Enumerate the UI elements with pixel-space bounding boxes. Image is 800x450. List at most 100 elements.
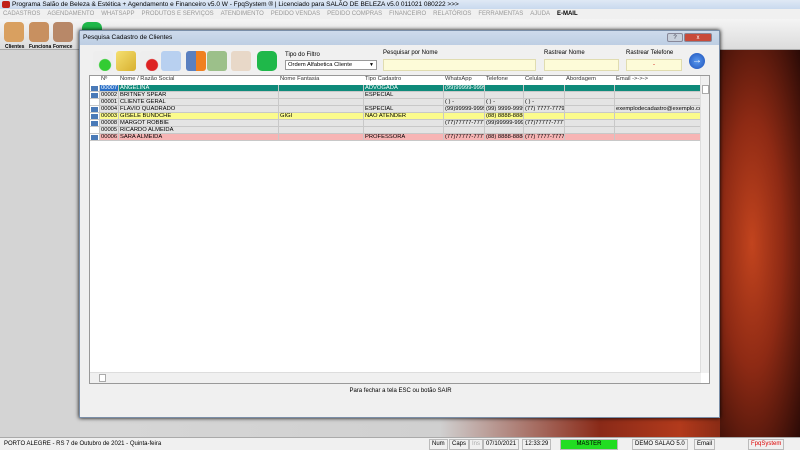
table-cell: (77)77777-7777 (524, 120, 565, 127)
table-cell: 00003 (100, 113, 119, 120)
fornecedores-label[interactable]: Fornece (53, 44, 72, 50)
table-row[interactable]: 00002 BRITNEY SPEAR ESPECIAL (90, 92, 701, 99)
status-email[interactable]: Email (694, 439, 716, 450)
menu-pedido-compras[interactable]: PEDIDO COMPRAS (327, 9, 382, 19)
menu-relatorios[interactable]: RELATÓRIOS (433, 9, 471, 19)
table-cell (565, 134, 615, 141)
column-header[interactable]: Nº (100, 76, 119, 83)
table-cell: 00007 (100, 85, 119, 92)
funcionarios-icon[interactable] (29, 22, 49, 42)
table-cell: BRITNEY SPEAR (119, 92, 279, 99)
hscroll-thumb[interactable] (99, 374, 106, 382)
column-header[interactable]: Tipo Cadastro (364, 76, 444, 83)
scroll-thumb[interactable] (702, 85, 709, 94)
table-cell (565, 99, 615, 106)
header-icon-col (90, 76, 100, 83)
contact-card-icon (90, 85, 100, 92)
edit-client-icon[interactable] (116, 51, 136, 71)
menu-bar: CADASTROS AGENDAMENTO WHATSAPP PRODUTOS … (0, 9, 800, 19)
clientes-icon[interactable] (4, 22, 24, 42)
column-header[interactable]: Nome Fantasia (279, 76, 364, 83)
track-phone-input[interactable]: - (626, 59, 682, 71)
table-row[interactable]: 00008 MARGOT ROBBIE (77)77777-7777 (99)9999… (90, 120, 701, 127)
table-row[interactable]: 00007 ANGELINA ADVOGADA (99)99999-9999 (90, 85, 701, 92)
table-cell (565, 106, 615, 113)
table-cell: ESPECIAL (364, 92, 444, 99)
status-ins: Ins (469, 439, 484, 450)
column-header[interactable]: WhatsApp (444, 76, 485, 83)
menu-produtos[interactable]: PRODUTOS E SERVIÇOS (141, 9, 213, 19)
fornecedores-icon[interactable] (53, 22, 73, 42)
close-button[interactable]: x (684, 33, 712, 42)
column-header[interactable]: Abordagem (565, 76, 615, 83)
menu-email[interactable]: E-MAIL (557, 9, 578, 19)
menu-ferramentas[interactable]: FERRAMENTAS (478, 9, 523, 19)
table-row[interactable]: 00003 GISELE BUNDCHE GIGI NAO ATENDER (88) 8… (90, 113, 701, 120)
menu-whatsapp[interactable]: WHATSAPP (101, 9, 134, 19)
column-header[interactable]: Email ->->-> (615, 76, 701, 83)
column-header[interactable]: Celular (524, 76, 565, 83)
table-cell: GISELE BUNDCHE (119, 113, 279, 120)
add-client-icon[interactable] (93, 51, 113, 71)
help-button[interactable]: ? (667, 33, 683, 42)
table-row[interactable]: 00001 CLIENTE GERAL( ) -( ) -( ) - (90, 99, 701, 106)
table-cell (485, 85, 524, 92)
table-row[interactable]: 00004 FLAVIO QUADRADO ESPECIAL (99)99999-99… (90, 106, 701, 113)
filter-type-select[interactable]: Ordem Alfabetica Cliente ▼ (285, 60, 377, 70)
search-name-input[interactable] (383, 59, 536, 71)
export-excel-icon[interactable] (207, 51, 227, 71)
table-cell (615, 92, 701, 99)
contact-card-icon (90, 106, 100, 113)
menu-ajuda[interactable]: AJUDA (530, 9, 550, 19)
menu-cadastros[interactable]: CADASTROS (3, 9, 40, 19)
go-arrow-button[interactable]: → (689, 53, 705, 69)
menu-pedido-vendas[interactable]: PEDIDO VENDAS (271, 9, 320, 19)
track-name-input[interactable] (544, 59, 619, 71)
table-cell: ( ) - (444, 99, 485, 106)
vertical-scrollbar[interactable] (700, 76, 709, 373)
table-cell: (77)77777-7777 (444, 134, 485, 141)
delete-client-icon[interactable] (140, 51, 160, 71)
app-title-bar: Programa Salão de Beleza & Estética + Ag… (0, 0, 800, 9)
clientes-label[interactable]: Clientes (5, 44, 24, 50)
table-cell (524, 127, 565, 134)
horizontal-scrollbar[interactable] (90, 372, 701, 383)
table-cell (565, 92, 615, 99)
table-cell (485, 92, 524, 99)
table-cell: GIGI (279, 113, 364, 120)
table-cell (279, 99, 364, 106)
print-icon[interactable] (161, 51, 181, 71)
table-cell: 00002 (100, 92, 119, 99)
app-logo-icon (2, 1, 10, 8)
table-cell: ( ) - (485, 99, 524, 106)
table-cell (615, 113, 701, 120)
column-header[interactable]: Telefone (485, 76, 524, 83)
dialog-title: Pesquisa Cadastro de Clientes (80, 31, 719, 45)
table-cell: CLIENTE GERAL (119, 99, 279, 106)
table-row[interactable]: 00006 SARA ALMEIDA PROFESSORA (77)77777-777… (90, 134, 701, 141)
grid-header: Nº Nome / Razão Social Nome Fantasia Tipo C… (90, 76, 701, 83)
whatsapp-send-icon[interactable] (257, 51, 277, 71)
status-bar: PORTO ALEGRE - RS 7 de Outubro de 2021 -… (0, 437, 800, 450)
table-cell (615, 134, 701, 141)
track-phone-label: Rastrear Telefone (626, 50, 674, 56)
menu-agendamento[interactable]: AGENDAMENTO (47, 9, 94, 19)
column-header[interactable]: Nome / Razão Social (119, 76, 279, 83)
contacts-icon[interactable] (186, 51, 206, 71)
menu-atendimento[interactable]: ATENDIMENTO (221, 9, 264, 19)
search-clients-dialog: Pesquisa Cadastro de Clientes ? x Tipo d… (79, 30, 720, 418)
search-name-label: Pesquisar por Nome (383, 50, 438, 56)
table-row[interactable]: 00005 RICARDO ALMEIDA (90, 127, 701, 134)
table-cell (279, 92, 364, 99)
contact-card-icon (90, 120, 100, 127)
menu-financeiro[interactable]: FINANCEIRO (389, 9, 426, 19)
table-cell (279, 106, 364, 113)
table-cell: (77) 7777-7777 (524, 134, 565, 141)
table-cell (524, 85, 565, 92)
table-cell (524, 113, 565, 120)
email-icon[interactable] (231, 51, 251, 71)
table-cell (364, 99, 444, 106)
funcionarios-label[interactable]: Funciona (29, 44, 51, 50)
table-cell: (99)99999-9999 (485, 120, 524, 127)
row-icon-cell (90, 99, 100, 106)
